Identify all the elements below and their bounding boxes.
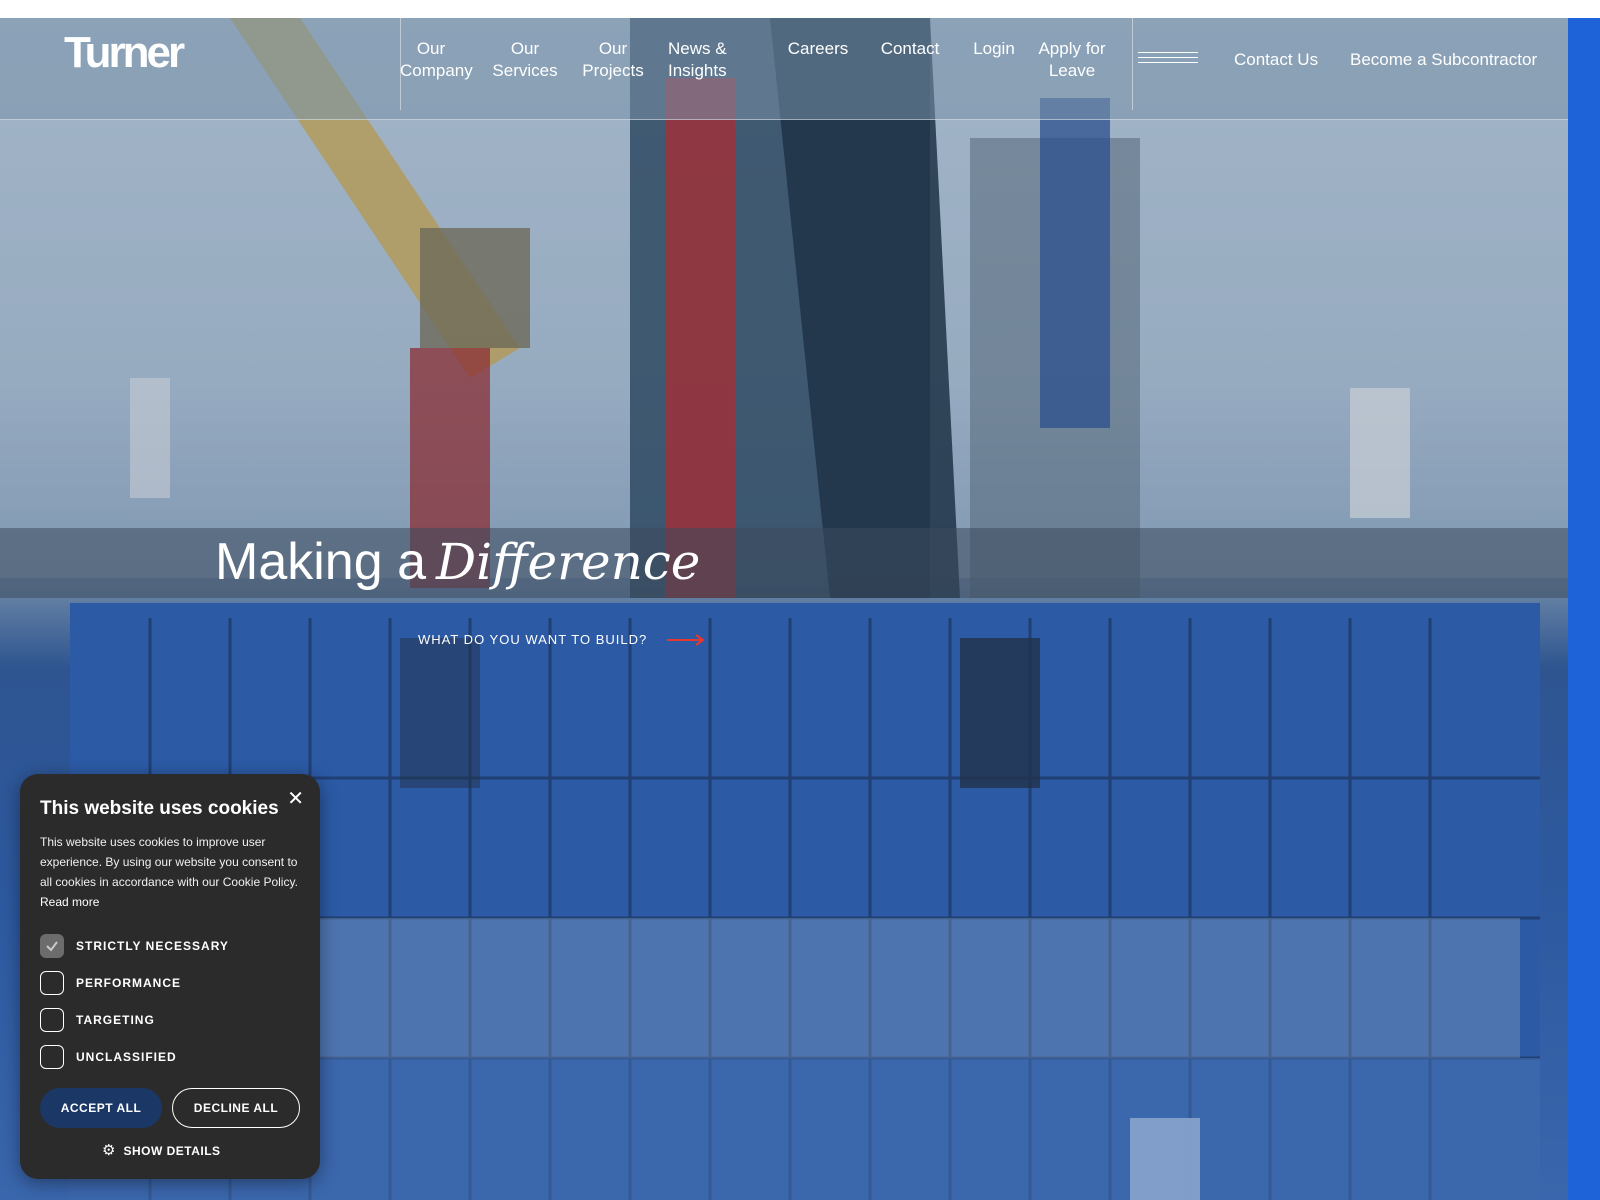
option-label: TARGETING: [76, 1013, 155, 1027]
cookie-option-performance[interactable]: PERFORMANCE: [40, 971, 181, 995]
nav-item-careers[interactable]: Careers: [786, 38, 850, 60]
headline-script: Difference: [436, 533, 700, 591]
nav-item-contact[interactable]: Contact: [878, 38, 942, 60]
nav-item-our-projects[interactable]: Our Projects: [582, 38, 644, 82]
read-more-link[interactable]: Read more: [40, 895, 99, 909]
contact-us-link[interactable]: Contact Us: [1234, 50, 1318, 70]
arrow-right-icon: [667, 633, 705, 646]
what-to-build-cta[interactable]: WHAT DO YOU WANT TO BUILD?: [418, 632, 705, 647]
cta-label: WHAT DO YOU WANT TO BUILD?: [418, 632, 648, 647]
nav-item-login[interactable]: Login: [970, 38, 1018, 60]
check-icon: [46, 941, 58, 952]
nav-item-news-insights[interactable]: News & Insights: [668, 38, 744, 82]
option-label: PERFORMANCE: [76, 976, 182, 990]
cookie-body: This website uses cookies to improve use…: [40, 832, 302, 912]
option-label: STRICTLY NECESSARY: [76, 939, 229, 953]
checkbox[interactable]: [40, 1045, 64, 1069]
gear-icon: ⚙: [102, 1142, 116, 1159]
site-header: Turner Our Company Our Services Our Project…: [0, 18, 1568, 120]
hamburger-icon[interactable]: [1138, 52, 1198, 68]
decline-all-button[interactable]: DECLINE ALL: [172, 1088, 300, 1128]
cookie-body-text: This website uses cookies to improve use…: [40, 835, 298, 889]
accept-all-button[interactable]: ACCEPT ALL: [40, 1088, 162, 1128]
cookie-option-unclassified[interactable]: UNCLASSIFIED: [40, 1045, 177, 1069]
nav-item-apply-for-leave[interactable]: Apply for Leave: [1030, 38, 1114, 82]
checkbox[interactable]: [40, 971, 64, 995]
show-details-label: SHOW DETAILS: [123, 1143, 221, 1158]
cookie-option-targeting[interactable]: TARGETING: [40, 1008, 155, 1032]
checkbox[interactable]: [40, 1008, 64, 1032]
turner-logo[interactable]: Turner: [64, 28, 185, 78]
nav-item-our-services[interactable]: Our Services: [492, 38, 558, 82]
cookie-option-strictly-necessary[interactable]: STRICTLY NECESSARY: [40, 934, 229, 958]
option-label: UNCLASSIFIED: [76, 1050, 177, 1064]
cookie-banner: This website uses cookies ✕ This website…: [20, 774, 320, 1179]
headline-plain: Making a: [215, 533, 426, 591]
show-details-button[interactable]: ⚙ SHOW DETAILS: [102, 1143, 221, 1158]
nav-divider-right: [1132, 18, 1133, 110]
headline-script-text: Difference: [436, 533, 701, 591]
checkbox-checked[interactable]: [40, 934, 64, 958]
right-accent-strip: [1568, 18, 1600, 1200]
hero-headline: Making a Difference: [215, 532, 700, 592]
close-icon[interactable]: ✕: [287, 786, 304, 811]
nav-item-our-company[interactable]: Our Company: [400, 38, 473, 82]
cookie-title: This website uses cookies: [40, 798, 279, 819]
become-subcontractor-link[interactable]: Become a Subcontractor: [1350, 50, 1537, 70]
